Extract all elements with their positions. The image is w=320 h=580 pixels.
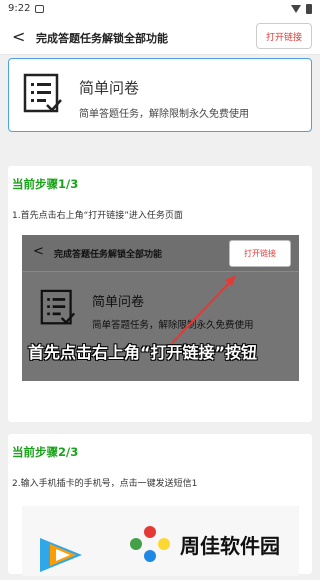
status-time: 9:22 <box>8 3 31 14</box>
page-title: 完成答题任务解锁全部功能 <box>36 32 168 45</box>
wifi-icon <box>291 5 301 13</box>
step-title: 当前步骤1/3 <box>12 177 79 191</box>
back-button[interactable]: < <box>12 27 25 47</box>
watermark-logo-icon <box>130 526 170 562</box>
open-link-button[interactable]: 打开链接 <box>256 23 312 49</box>
step-instruction: 2.输入手机插卡的手机号，点击一键发送短信1 <box>12 479 198 489</box>
survey-description: 简单答题任务，解除限制永久免费使用 <box>79 109 249 120</box>
survey-card: 简单问卷 简单答题任务，解除限制永久免费使用 <box>8 58 312 132</box>
checklist-icon <box>23 73 63 119</box>
battery-icon <box>306 4 312 14</box>
survey-name: 简单问卷 <box>79 79 140 97</box>
tencent-video-logo-icon <box>36 534 100 580</box>
status-bar: 9:22 <box>0 0 320 20</box>
step-card-1: 当前步骤1/3 1.首先点击右上角“打开链接”进入任务页面 < 完成答题任务解锁… <box>8 166 312 422</box>
system-icons <box>291 4 312 14</box>
top-bar: < 完成答题任务解锁全部功能 打开链接 <box>0 20 320 55</box>
step-title: 当前步骤2/3 <box>12 445 79 459</box>
step-demo-image: < 完成答题任务解锁全部功能 打开链接 简单问卷 简单答题任务，解除限制永久免费… <box>22 235 299 381</box>
notification-icon <box>35 5 44 13</box>
watermark-text: 周佳软件园 <box>180 533 280 558</box>
watermark: 周佳软件园 <box>128 524 280 564</box>
demo-caption: 首先点击右上角“打开链接”按钮 <box>28 343 258 362</box>
step-instruction: 1.首先点击右上角“打开链接”进入任务页面 <box>12 211 183 221</box>
